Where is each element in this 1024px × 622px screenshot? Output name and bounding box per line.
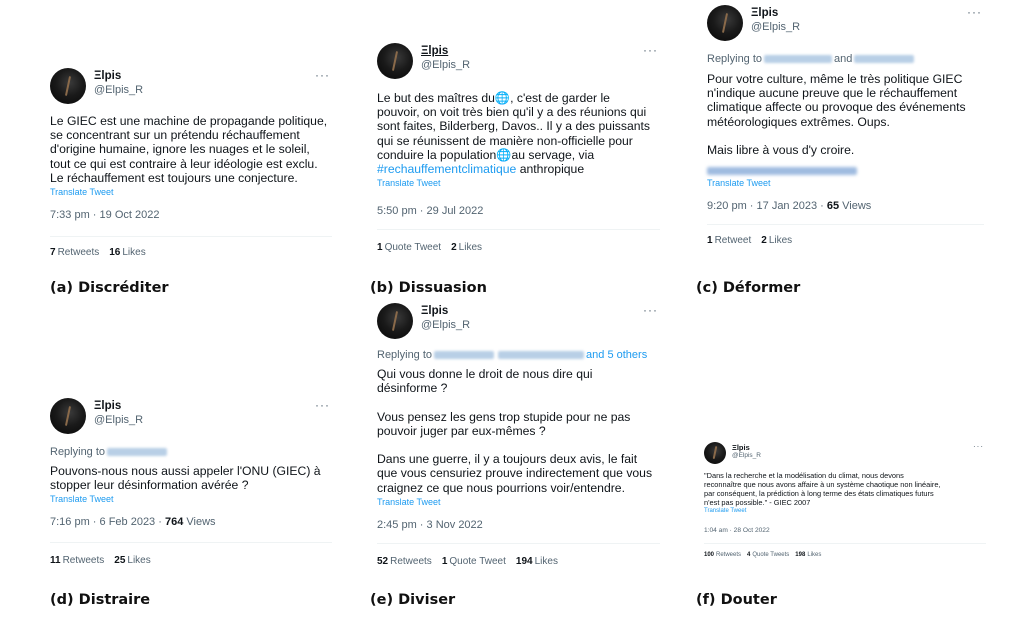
tweet-text: Pour votre culture, même le très politiq… bbox=[707, 72, 966, 158]
caption-a: (a) Discréditer bbox=[50, 280, 169, 296]
display-name[interactable]: Ξlpis bbox=[421, 305, 448, 317]
more-options-icon[interactable]: ··· bbox=[643, 303, 658, 317]
translate-link[interactable]: Translate Tweet bbox=[377, 497, 660, 507]
caption-d: (d) Distraire bbox=[50, 592, 151, 608]
tweet-timestamp[interactable]: 9:20 pm · 17 Jan 2023 · 65 Views bbox=[707, 200, 984, 212]
caption-e: (e) Diviser bbox=[370, 592, 456, 608]
tweet-timestamp[interactable]: 7:33 pm · 19 Oct 2022 bbox=[50, 209, 332, 221]
redacted-link[interactable] bbox=[707, 167, 857, 176]
divider bbox=[377, 229, 660, 231]
translate-link[interactable]: Translate Tweet bbox=[50, 494, 332, 504]
avatar[interactable] bbox=[50, 68, 86, 104]
tweet-a[interactable]: Ξlpis @Elpis_R ··· Le GIEC est une machi… bbox=[50, 68, 332, 258]
tweet-stats: 1 Retweet 2 Likes bbox=[707, 235, 984, 246]
likes-stat[interactable]: 194 Likes bbox=[516, 556, 558, 567]
tweet-header: Ξlpis @Elpis_R ··· bbox=[377, 43, 660, 83]
more-options-icon[interactable]: ··· bbox=[315, 68, 330, 82]
tweet-timestamp[interactable]: 1:04 am · 28 Oct 2022 bbox=[704, 527, 986, 534]
more-options-icon[interactable]: ··· bbox=[967, 5, 982, 19]
tweet-f[interactable]: Ξlpis @Elpis_R ··· "Dans la recherche et… bbox=[704, 442, 986, 558]
display-name[interactable]: Ξlpis bbox=[94, 70, 121, 82]
retweets-stat[interactable]: 11 Retweets bbox=[50, 555, 104, 566]
quote-tweets-stat[interactable]: 1 Quote Tweet bbox=[377, 242, 441, 253]
user-handle[interactable]: @Elpis_R bbox=[421, 319, 470, 331]
divider bbox=[377, 542, 660, 544]
translate-link[interactable]: Translate Tweet bbox=[704, 508, 986, 514]
avatar[interactable] bbox=[377, 303, 413, 339]
hashtag-link[interactable]: #rechauffementclimatique bbox=[377, 162, 516, 176]
tweet-timestamp[interactable]: 2:45 pm · 3 Nov 2022 bbox=[377, 519, 660, 531]
redacted-username[interactable] bbox=[107, 448, 168, 457]
replying-to: Replying to and 5 others bbox=[377, 349, 648, 361]
redacted-username[interactable] bbox=[764, 55, 833, 64]
replying-others-link[interactable]: and 5 others bbox=[586, 349, 647, 361]
tweet-text: "Dans la recherche et la modélisation du… bbox=[704, 471, 941, 507]
tweet-d[interactable]: Ξlpis @Elpis_R ··· Replying to Pouvons-n… bbox=[50, 398, 332, 566]
redacted-username[interactable] bbox=[498, 351, 585, 360]
tweet-text: Qui vous donne le droit de nous dire qui… bbox=[377, 367, 653, 495]
more-options-icon[interactable]: ··· bbox=[315, 398, 330, 412]
tweet-e[interactable]: Ξlpis @Elpis_R ··· Replying to and 5 othe… bbox=[377, 303, 660, 567]
tweet-timestamp[interactable]: 5:50 pm · 29 Jul 2022 bbox=[377, 205, 660, 217]
redacted-username[interactable] bbox=[854, 55, 915, 64]
tweet-text: Le but des maîtres du🌐, c'est de garder … bbox=[377, 91, 650, 177]
tweet-b[interactable]: Ξlpis @Elpis_R ··· Le but des maîtres du… bbox=[377, 43, 660, 253]
caption-f: (f) Douter bbox=[696, 592, 777, 608]
avatar[interactable] bbox=[50, 398, 86, 434]
divider bbox=[50, 542, 332, 544]
replying-to: Replying to bbox=[50, 446, 332, 458]
retweets-stat[interactable]: 52 Retweets bbox=[377, 556, 432, 567]
replying-to: Replying to and bbox=[707, 53, 984, 65]
tweet-stats: 52 Retweets 1 Quote Tweet 194 Likes bbox=[377, 556, 660, 567]
user-handle[interactable]: @Elpis_R bbox=[421, 59, 470, 71]
divider bbox=[704, 543, 986, 544]
caption-c: (c) Déformer bbox=[696, 280, 801, 296]
more-options-icon[interactable]: ··· bbox=[643, 43, 658, 57]
tweet-stats: 11 Retweets 25 Likes bbox=[50, 555, 332, 566]
user-handle[interactable]: @Elpis_R bbox=[94, 84, 143, 96]
user-handle[interactable]: @Elpis_R bbox=[751, 21, 800, 33]
likes-stat[interactable]: 2 Likes bbox=[451, 242, 482, 253]
display-name[interactable]: Ξlpis bbox=[751, 7, 778, 19]
redacted-username[interactable] bbox=[434, 351, 495, 360]
more-options-icon[interactable]: ··· bbox=[973, 442, 984, 451]
divider bbox=[50, 236, 332, 238]
display-name[interactable]: Ξlpis bbox=[732, 443, 750, 452]
likes-stat[interactable]: 16 Likes bbox=[109, 247, 145, 258]
avatar[interactable] bbox=[707, 5, 743, 41]
globe-icon: 🌐 bbox=[496, 147, 512, 162]
avatar[interactable] bbox=[377, 43, 413, 79]
avatar[interactable] bbox=[704, 442, 726, 464]
display-name[interactable]: Ξlpis bbox=[94, 400, 121, 412]
tweet-text: Pouvons-nous nous aussi appeler l'ONU (G… bbox=[50, 464, 321, 493]
retweets-stat[interactable]: 1 Retweet bbox=[707, 235, 751, 246]
user-handle[interactable]: @Elpis_R bbox=[732, 452, 761, 459]
tweet-header: Ξlpis @Elpis_R ··· bbox=[707, 5, 984, 45]
likes-stat[interactable]: 198 Likes bbox=[795, 552, 821, 558]
translate-link[interactable]: Translate Tweet bbox=[707, 178, 984, 188]
likes-stat[interactable]: 25 Likes bbox=[114, 555, 150, 566]
tweet-header: Ξlpis @Elpis_R ··· bbox=[377, 303, 660, 343]
tweet-stats: 7 Retweets 16 Likes bbox=[50, 247, 332, 258]
tweet-header: Ξlpis @Elpis_R ··· bbox=[50, 68, 332, 108]
quote-tweets-stat[interactable]: 1 Quote Tweet bbox=[442, 556, 506, 567]
retweets-stat[interactable]: 100 Retweets bbox=[704, 552, 741, 558]
user-handle[interactable]: @Elpis_R bbox=[94, 414, 143, 426]
translate-link[interactable]: Translate Tweet bbox=[377, 178, 660, 188]
globe-icon: 🌐 bbox=[494, 91, 511, 105]
display-name[interactable]: Ξlpis bbox=[421, 45, 448, 57]
tweet-stats: 100 Retweets 4 Quote Tweets 198 Likes bbox=[704, 552, 986, 558]
tweet-header: Ξlpis @Elpis_R ··· bbox=[50, 398, 332, 438]
caption-b: (b) Dissuasion bbox=[370, 280, 487, 296]
tweet-text: Le GIEC est une machine de propagande po… bbox=[50, 114, 328, 185]
tweet-c[interactable]: Ξlpis @Elpis_R ··· Replying to and Pour v… bbox=[707, 5, 984, 246]
tweet-header: Ξlpis @Elpis_R ··· bbox=[704, 442, 986, 468]
tweet-timestamp[interactable]: 7:16 pm · 6 Feb 2023 · 764 Views bbox=[50, 516, 332, 528]
retweets-stat[interactable]: 7 Retweets bbox=[50, 247, 99, 258]
quote-tweets-stat[interactable]: 4 Quote Tweets bbox=[747, 552, 789, 558]
likes-stat[interactable]: 2 Likes bbox=[761, 235, 792, 246]
tweet-stats: 1 Quote Tweet 2 Likes bbox=[377, 242, 660, 253]
translate-link[interactable]: Translate Tweet bbox=[50, 187, 332, 197]
divider bbox=[707, 224, 984, 226]
